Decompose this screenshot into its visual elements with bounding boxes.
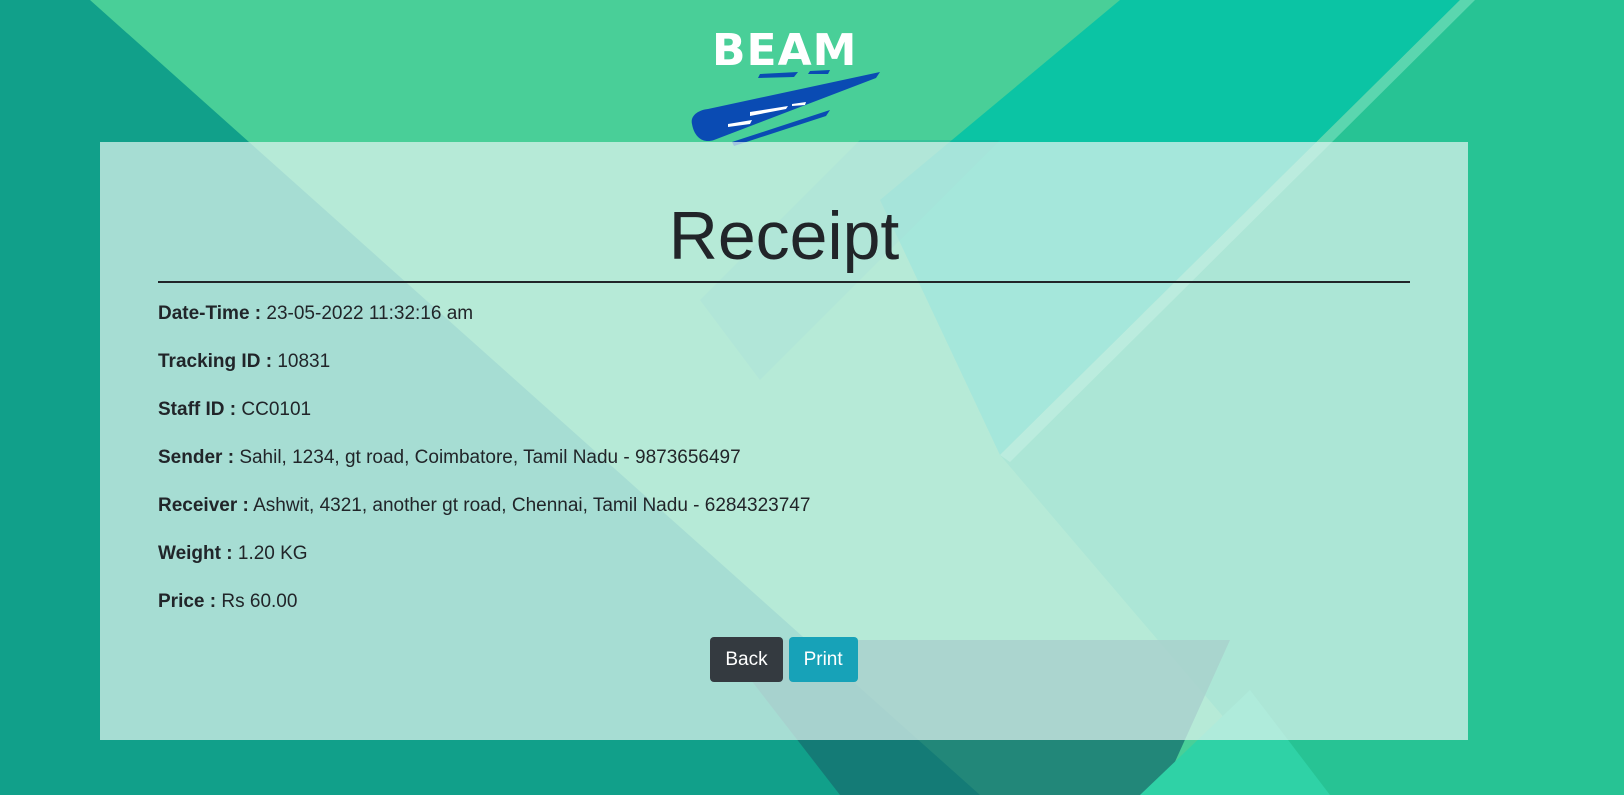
- field-label: Date-Time :: [158, 303, 262, 324]
- receipt-card: Receipt Date-Time : 23-05-2022 11:32:16 …: [100, 142, 1468, 740]
- brand-logo: BEAM: [690, 26, 880, 146]
- action-buttons: Back Print: [100, 637, 1468, 682]
- receipt-field-date-time: Date-Time : 23-05-2022 11:32:16 am: [158, 302, 1410, 350]
- field-value: 10831: [277, 351, 331, 372]
- receipt-field-sender: Sender : Sahil, 1234, gt road, Coimbator…: [158, 446, 1410, 494]
- receipt-field-staff-id: Staff ID : CC0101: [158, 398, 1410, 446]
- receipt-field-price: Price : Rs 60.00: [158, 590, 1410, 638]
- comet-swoosh-icon: [691, 70, 880, 146]
- field-label: Tracking ID :: [158, 351, 273, 372]
- field-value: Ashwit, 4321, another gt road, Chennai, …: [253, 495, 811, 516]
- receipt-field-weight: Weight : 1.20 KG: [158, 542, 1410, 590]
- receipt-field-tracking-id: Tracking ID : 10831: [158, 350, 1410, 398]
- field-label: Price :: [158, 591, 217, 612]
- field-value: CC0101: [241, 399, 312, 420]
- receipt-field-receiver: Receiver : Ashwit, 4321, another gt road…: [158, 494, 1410, 542]
- field-value: Rs 60.00: [221, 591, 298, 612]
- page-title: Receipt: [668, 198, 900, 274]
- field-value: 23-05-2022 11:32:16 am: [266, 303, 474, 324]
- field-label: Weight :: [158, 543, 233, 564]
- field-label: Staff ID :: [158, 399, 237, 420]
- field-value: Sahil, 1234, gt road, Coimbatore, Tamil …: [239, 447, 741, 468]
- field-label: Sender :: [158, 447, 235, 468]
- print-button[interactable]: Print: [788, 637, 858, 682]
- back-button[interactable]: Back: [710, 637, 783, 682]
- field-value: 1.20 KG: [237, 543, 308, 564]
- receipt-details: Date-Time : 23-05-2022 11:32:16 am Track…: [158, 302, 1410, 638]
- field-label: Receiver :: [158, 495, 249, 516]
- title-divider: [158, 281, 1410, 283]
